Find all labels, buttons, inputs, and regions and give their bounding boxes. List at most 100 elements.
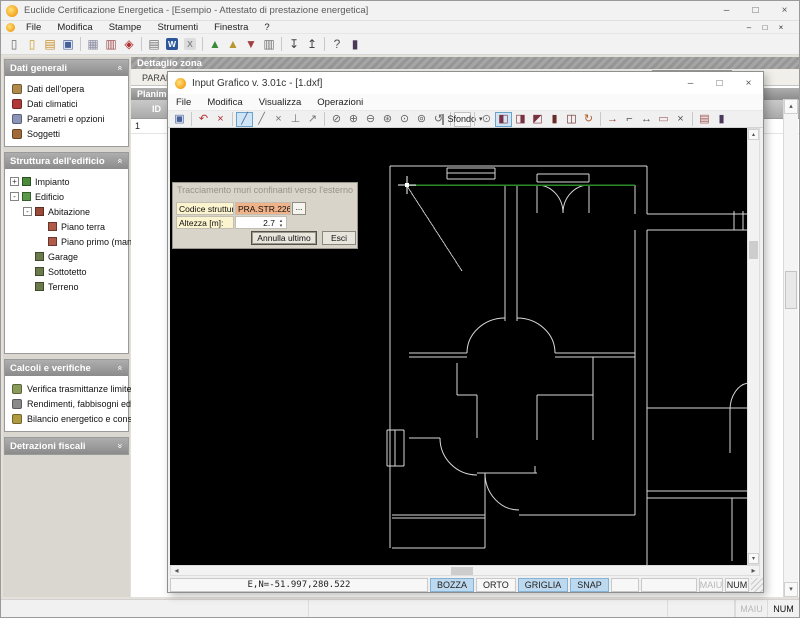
zoom-window-icon[interactable]: ⊙ [396, 112, 413, 127]
content-vertical-scrollbar[interactable]: ▴ ▾ [783, 99, 798, 597]
download-red-icon[interactable]: ▼ [242, 36, 260, 53]
delete-icon[interactable]: × [212, 112, 229, 127]
canvas-horizontal-scrollbar[interactable]: ◂ ▸ [170, 565, 760, 576]
maximize-icon[interactable]: □ [705, 72, 734, 94]
sidebar-item-bilancio-energetico-e-consumi[interactable]: Bilancio energetico e consumi [7, 411, 147, 426]
archive-icon[interactable]: ▥ [260, 36, 278, 53]
erase-icon[interactable]: × [672, 112, 689, 127]
resize-grip[interactable] [751, 578, 763, 592]
help-icon[interactable]: ? [328, 36, 346, 53]
menu-visualizza[interactable]: Visualizza [251, 97, 310, 108]
tree-node-terreno[interactable]: Terreno [7, 279, 126, 294]
canvas-vertical-scrollbar[interactable]: ▴ ▾ [747, 128, 760, 565]
expand-chevron-icon[interactable]: « [115, 158, 125, 163]
scrollbar-thumb[interactable] [451, 567, 473, 575]
restore-icon[interactable]: ▥ [102, 36, 120, 53]
expand-chevron-icon[interactable]: « [115, 65, 125, 70]
page-icon[interactable]: ▭ [655, 112, 672, 127]
scroll-right-icon[interactable]: ▸ [748, 566, 759, 575]
wall-internal-icon[interactable]: ◨ [512, 112, 529, 127]
menu-stampe[interactable]: Stampe [101, 22, 150, 33]
panel-header-detrazioni-fiscali[interactable]: Detrazioni fiscali » [5, 438, 128, 454]
zoom-out-icon[interactable]: ⊖ [362, 112, 379, 127]
scroll-left-icon[interactable]: ◂ [171, 566, 182, 575]
zoom-in-icon[interactable]: ⊕ [345, 112, 362, 127]
new-certificate-icon[interactable]: ▯ [23, 36, 41, 53]
drawing-canvas[interactable]: Tracciamento muri confinanti verso l'est… [170, 128, 747, 565]
upload-green-icon[interactable]: ▲ [206, 36, 224, 53]
menu-help[interactable]: ? [256, 22, 277, 33]
backup-icon[interactable]: ▦ [84, 36, 102, 53]
window-icon[interactable]: ◫ [563, 112, 580, 127]
griglia-toggle[interactable]: GRIGLIA [517, 578, 569, 592]
tree-node-piano-primo-mansarda[interactable]: Piano primo (mansarda) [7, 234, 158, 249]
menu-operazioni[interactable]: Operazioni [309, 97, 371, 108]
draw-line-icon[interactable]: ╱ [253, 112, 270, 127]
collapse-icon[interactable]: - [23, 207, 32, 216]
scrollbar-thumb[interactable] [785, 271, 797, 309]
menu-modifica[interactable]: Modifica [199, 97, 250, 108]
sidebar-item-soggetti[interactable]: Soggetti [7, 126, 126, 141]
menu-modifica[interactable]: Modifica [49, 22, 100, 33]
tree-node-sottotetto[interactable]: Sottotetto [7, 264, 126, 279]
snap-toggle[interactable]: SNAP [570, 578, 609, 592]
sfondo-dropdown[interactable]: Sfondo ▾ [442, 111, 483, 127]
move-up-icon[interactable]: ↥ [303, 36, 321, 53]
zoom-extents-icon[interactable]: ⊛ [379, 112, 396, 127]
scrollbar-thumb[interactable] [749, 241, 758, 259]
stretch-icon[interactable]: ↔ [638, 112, 655, 127]
sidebar-item-rendimenti-fabbisogni-ed-ep[interactable]: Rendimenti, fabbisogni ed EP [7, 396, 146, 411]
close-icon[interactable]: × [734, 72, 763, 94]
save-icon[interactable]: ▣ [171, 112, 188, 127]
scroll-up-icon[interactable]: ▴ [784, 99, 798, 114]
corner-icon[interactable]: ⌐ [621, 112, 638, 127]
exit-column-icon[interactable]: ▮ [713, 112, 730, 127]
spinner-down-icon[interactable]: ▾ [280, 223, 283, 228]
excel-export-icon[interactable]: X [181, 36, 199, 53]
sidebar-item-dati-dell-opera[interactable]: Dati dell'opera [7, 81, 126, 96]
menu-file[interactable]: File [18, 22, 49, 33]
wall-virtual-icon[interactable]: ◩ [529, 112, 546, 127]
break-line-icon[interactable]: × [270, 112, 287, 127]
refresh-icon[interactable]: ↻ [580, 112, 597, 127]
sidebar-item-parametri-e-opzioni[interactable]: Parametri e opzioni [7, 111, 126, 126]
maximize-icon[interactable]: □ [741, 1, 770, 20]
collapse-icon[interactable]: - [10, 192, 19, 201]
zoom-previous-icon[interactable]: ⊘ [328, 112, 345, 127]
annulla-ultimo-button[interactable]: Annulla ultimo [251, 231, 317, 245]
zoom-dynamic-icon[interactable]: ⊚ [413, 112, 430, 127]
minimize-icon[interactable]: – [676, 72, 705, 94]
expand-icon[interactable]: + [10, 177, 19, 186]
print-icon[interactable]: ▤ [145, 36, 163, 53]
manual-icon[interactable]: ▤ [696, 112, 713, 127]
minimize-icon[interactable]: – [741, 23, 757, 32]
sidebar-item-verifica-trasmittanze-limite[interactable]: Verifica trasmittanze limite [7, 381, 132, 396]
tree-node-piano-terra[interactable]: Piano terra [7, 219, 126, 234]
exit-icon[interactable]: ▮ [346, 36, 364, 53]
timer-icon[interactable]: ⊙ [478, 112, 495, 127]
sidebar-item-dati-climatici[interactable]: Dati climatici [7, 96, 126, 111]
esci-button[interactable]: Esci [322, 231, 356, 245]
save-icon[interactable]: ▣ [59, 36, 77, 53]
move-down-icon[interactable]: ↧ [285, 36, 303, 53]
maximize-icon[interactable]: □ [757, 23, 773, 32]
height-spinner[interactable]: ▴ ▾ [277, 218, 285, 228]
tree-node-impianto[interactable]: + Impianto [7, 174, 126, 189]
expand-chevron-icon[interactable]: « [115, 365, 125, 370]
orto-toggle[interactable]: ORTO [476, 578, 516, 592]
menu-finestra[interactable]: Finestra [206, 22, 256, 33]
certificate-icon[interactable]: ◈ [120, 36, 138, 53]
panel-header-struttura-dell-edificio[interactable]: Struttura dell'edificio « [5, 153, 128, 169]
measure-icon[interactable]: ↗ [304, 112, 321, 127]
scroll-down-icon[interactable]: ▾ [748, 553, 759, 564]
scroll-up-icon[interactable]: ▴ [748, 129, 759, 140]
panel-header-dati-generali[interactable]: Dati generali « [5, 60, 128, 76]
open-icon[interactable]: ▤ [41, 36, 59, 53]
menu-strumenti[interactable]: Strumenti [149, 22, 206, 33]
panel-header-calcoli-e-verifiche[interactable]: Calcoli e verifiche « [5, 360, 128, 376]
tree-node-garage[interactable]: Garage [7, 249, 126, 264]
height-input[interactable]: 2.7 ▴ ▾ [235, 216, 287, 229]
menu-file[interactable]: File [168, 97, 199, 108]
collapse-chevron-icon[interactable]: » [115, 443, 125, 448]
close-icon[interactable]: × [773, 23, 789, 32]
